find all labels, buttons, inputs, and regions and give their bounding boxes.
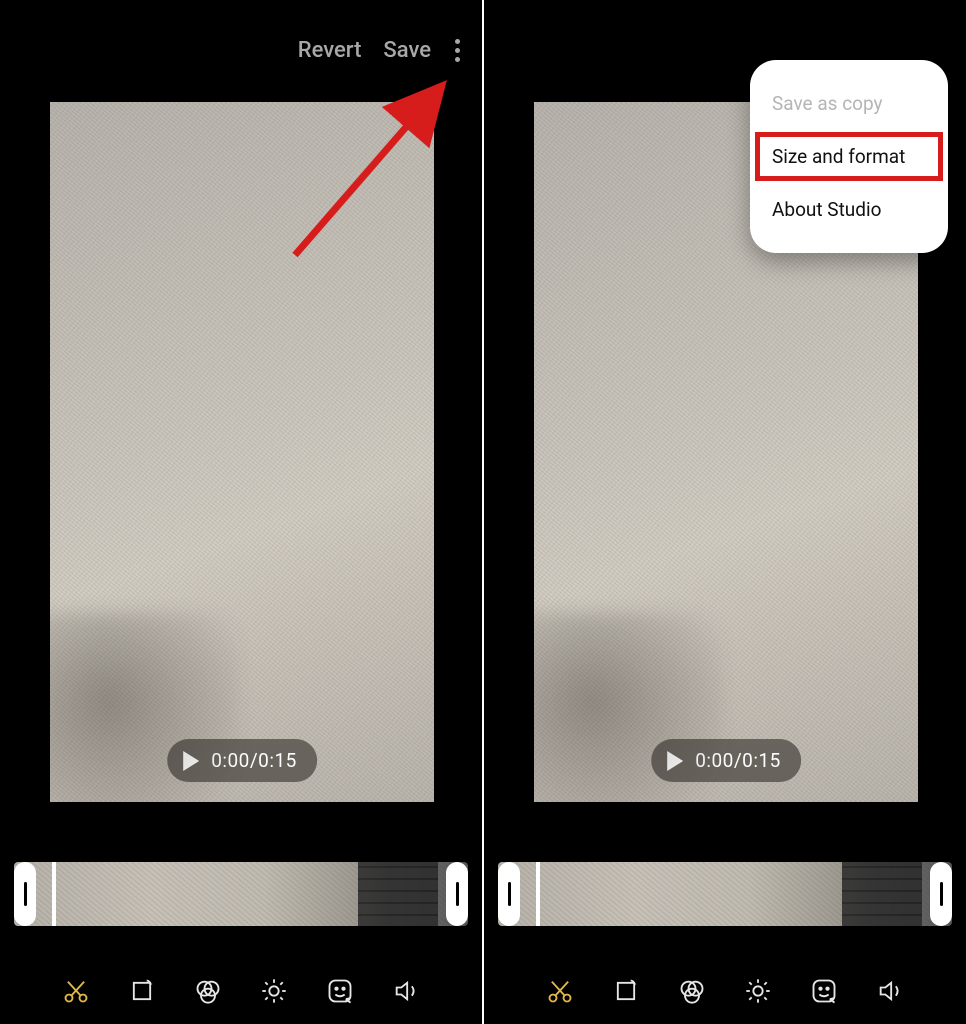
screen-right: 0:00/0:15 Save as copy Size and format A… bbox=[484, 0, 966, 1024]
audio-icon[interactable] bbox=[391, 976, 421, 1006]
trim-handle-start[interactable] bbox=[498, 862, 520, 926]
trim-handle-end[interactable] bbox=[930, 862, 952, 926]
timeline-frame-end bbox=[842, 862, 922, 926]
more-icon[interactable] bbox=[453, 33, 462, 68]
menu-about-studio[interactable]: About Studio bbox=[750, 184, 948, 235]
menu-save-as-copy[interactable]: Save as copy bbox=[750, 78, 948, 129]
playhead[interactable] bbox=[536, 862, 540, 926]
trim-icon[interactable] bbox=[545, 976, 575, 1006]
sticker-icon[interactable] bbox=[809, 976, 839, 1006]
revert-button[interactable]: Revert bbox=[298, 38, 362, 63]
trim-icon[interactable] bbox=[61, 976, 91, 1006]
timeline[interactable] bbox=[14, 862, 468, 926]
sticker-icon[interactable] bbox=[325, 976, 355, 1006]
filter-icon[interactable] bbox=[677, 976, 707, 1006]
timeline-frame-end bbox=[358, 862, 438, 926]
adjust-icon[interactable] bbox=[743, 976, 773, 1006]
crop-icon[interactable] bbox=[127, 976, 157, 1006]
playhead[interactable] bbox=[52, 862, 56, 926]
video-preview[interactable]: 0:00/0:15 bbox=[50, 102, 434, 802]
bottom-toolbar bbox=[0, 976, 482, 1006]
playback-time: 0:00/0:15 bbox=[695, 749, 781, 772]
play-icon bbox=[183, 751, 199, 771]
crop-icon[interactable] bbox=[611, 976, 641, 1006]
trim-handle-end[interactable] bbox=[446, 862, 468, 926]
play-control[interactable]: 0:00/0:15 bbox=[651, 739, 801, 782]
save-button[interactable]: Save bbox=[383, 38, 431, 63]
topbar: Revert Save bbox=[0, 0, 482, 100]
menu-size-and-format[interactable]: Size and format bbox=[756, 133, 942, 180]
play-icon bbox=[667, 751, 683, 771]
trim-handle-start[interactable] bbox=[14, 862, 36, 926]
audio-icon[interactable] bbox=[875, 976, 905, 1006]
overflow-menu: Save as copy Size and format About Studi… bbox=[750, 60, 948, 253]
adjust-icon[interactable] bbox=[259, 976, 289, 1006]
bottom-toolbar bbox=[484, 976, 966, 1006]
playback-time: 0:00/0:15 bbox=[211, 749, 297, 772]
timeline[interactable] bbox=[498, 862, 952, 926]
filter-icon[interactable] bbox=[193, 976, 223, 1006]
screen-left: Revert Save 0:00/0:15 bbox=[0, 0, 482, 1024]
play-control[interactable]: 0:00/0:15 bbox=[167, 739, 317, 782]
